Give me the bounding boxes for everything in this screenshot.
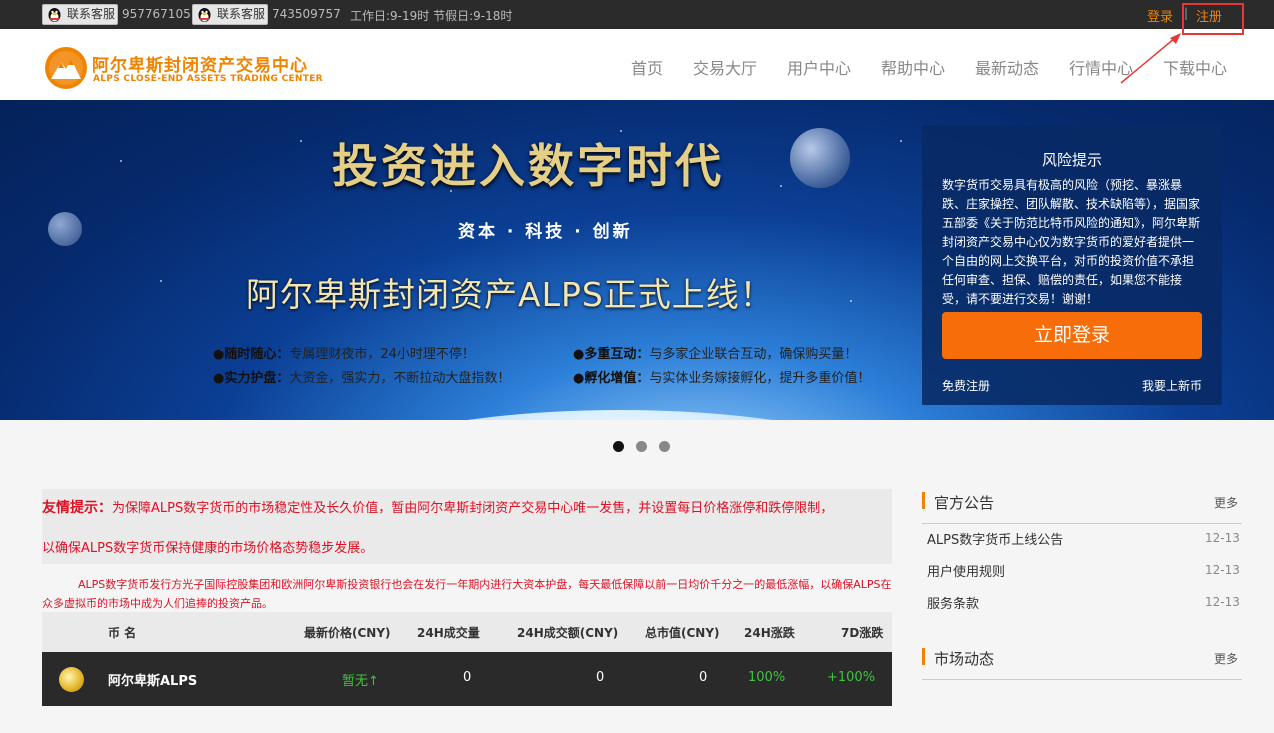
col-market-cap: 总市值(CNY) (645, 626, 720, 640)
coin-volume: 0 (463, 670, 472, 685)
coin-change-7d: +100% (827, 670, 876, 685)
working-hours: 工作日:9-19时 节假日:9-18时 (350, 9, 513, 23)
feature-2: ●多重互动：与多家企业联合互动，确保购买量！ (573, 347, 858, 362)
feature-3: ●实力护盘：大资金，强实力，不断拉动大盘指数！ (213, 371, 511, 386)
risk-body: 数字货币交易具有极高的风险（预挖、暴涨暴跌、庄家操控、团队解散、技术缺陷等），据… (942, 178, 1201, 306)
brand-name-cn: 阿尔卑斯封闭资产交易中心 (92, 56, 308, 76)
col-24h-change: 24H涨跌 (744, 626, 795, 640)
notice-line-1: 为保障ALPS数字货币的市场稳定性及长久价值，暂由阿尔卑斯封闭资产交易中心唯一发… (112, 501, 834, 516)
market-news-more-link[interactable]: 更多 (1214, 650, 1238, 667)
coin-name[interactable]: 阿尔卑斯ALPS (108, 670, 197, 689)
market-news-header: 市场动态 更多 (922, 646, 1242, 680)
announcements-title: 官方公告 (934, 494, 995, 512)
nav-trading-hall[interactable]: 交易大厅 (693, 55, 757, 79)
earth-glow (270, 410, 970, 420)
friendly-notice: 友情提示：为保障ALPS数字货币的市场稳定性及长久价值，暂由阿尔卑斯封闭资产交易… (42, 489, 892, 564)
coin-price: 暂无↑ (342, 674, 379, 689)
market-table-header: 币 名 最新价格(CNY) 24H成交量 24H成交额(CNY) 总市值(CNY… (42, 612, 892, 652)
col-24h-turnover: 24H成交额(CNY) (517, 626, 619, 640)
customer-service-button-2[interactable]: 联系客服 (192, 4, 268, 25)
risk-warning-panel: 风险提示 数字货币交易具有极高的风险（预挖、暴涨暴跌、庄家操控、团队解散、技术缺… (922, 125, 1222, 405)
coin-icon (59, 667, 84, 692)
qq-number-1: 957767105 (122, 7, 191, 21)
login-now-button[interactable]: 立即登录 (942, 312, 1202, 359)
customer-service-button-1[interactable]: 联系客服 (42, 4, 118, 25)
nav-help-center[interactable]: 帮助中心 (881, 55, 945, 79)
qq-penguin-icon (48, 8, 61, 22)
banner-title: 投资进入数字时代 (332, 139, 724, 193)
market-news-title: 市场动态 (934, 650, 995, 668)
customer-service-label: 联系客服 (217, 7, 266, 21)
coin-market-cap: 0 (699, 670, 708, 685)
brand-name-en: ALPS CLOSE-END ASSETS TRADING CENTER (93, 74, 323, 84)
nav-user-center[interactable]: 用户中心 (787, 55, 851, 79)
announcements-more-link[interactable]: 更多 (1214, 494, 1238, 511)
col-7d-change: 7D涨跌 (841, 626, 884, 640)
feature-4: ●孵化增值：与实体业务嫁接孵化，提升多重价值！ (573, 371, 871, 386)
announcement-date: 12-13 (1205, 531, 1240, 545)
col-latest-price: 最新价格(CNY) (304, 626, 391, 640)
table-row[interactable]: 阿尔卑斯ALPS 暂无↑ 0 0 0 100% +100% (42, 652, 892, 706)
nav-home[interactable]: 首页 (631, 55, 663, 79)
logo-mountain-icon[interactable] (44, 46, 88, 90)
announcement-item[interactable]: 用户使用规则 (927, 561, 1005, 580)
qq-penguin-icon (198, 8, 211, 22)
register-highlight-box (1182, 3, 1244, 35)
top-bar: 联系客服 957767105 联系客服 743509757 工作日:9-19时 … (0, 0, 1274, 29)
carousel-dot-2[interactable] (636, 441, 647, 452)
planet-decoration (48, 212, 82, 246)
list-new-coin-link[interactable]: 我要上新币 (1142, 377, 1202, 394)
feature-1: ●随时随心：专属理财夜市，24小时理不停！ (213, 347, 475, 362)
notice-line-2: 以确保ALPS数字货币保持健康的市场价格态势稳步发展。 (42, 541, 374, 556)
col-coin-name: 币 名 (108, 626, 137, 640)
customer-service-label: 联系客服 (67, 7, 116, 21)
coin-change-24h: 100% (748, 670, 786, 685)
announcement-item[interactable]: 服务条款 (927, 593, 979, 612)
announcement-item[interactable]: ALPS数字货币上线公告 (927, 529, 1063, 548)
notice-label: 友情提示： (42, 500, 112, 516)
announcement-date: 12-13 (1205, 563, 1240, 577)
login-link[interactable]: 登录 (1147, 6, 1173, 25)
arrow-annotation-icon (1120, 33, 1181, 84)
carousel-dot-3[interactable] (659, 441, 670, 452)
notice-description: ALPS数字货币发行方光子国际控股集团和欧洲阿尔卑斯投资银行也会在发行一年期内进… (42, 578, 892, 610)
col-24h-volume: 24H成交量 (417, 626, 480, 640)
carousel-dot-1[interactable] (613, 441, 624, 452)
announcement-date: 12-13 (1205, 595, 1240, 609)
qq-number-2: 743509757 (272, 7, 341, 21)
banner-subtitle: 资本 · 科技 · 创新 (458, 222, 633, 242)
risk-title: 风险提示 (1041, 151, 1102, 169)
nav-latest-news[interactable]: 最新动态 (975, 55, 1039, 79)
coin-turnover: 0 (596, 670, 605, 685)
banner-headline: 阿尔卑斯封闭资产ALPS正式上线！ (246, 275, 774, 314)
announcements-header: 官方公告 更多 (922, 490, 1242, 524)
free-register-link[interactable]: 免费注册 (942, 377, 990, 394)
header: 阿尔卑斯封闭资产交易中心 ALPS CLOSE-END ASSETS TRADI… (0, 29, 1274, 100)
planet-decoration (790, 128, 850, 188)
